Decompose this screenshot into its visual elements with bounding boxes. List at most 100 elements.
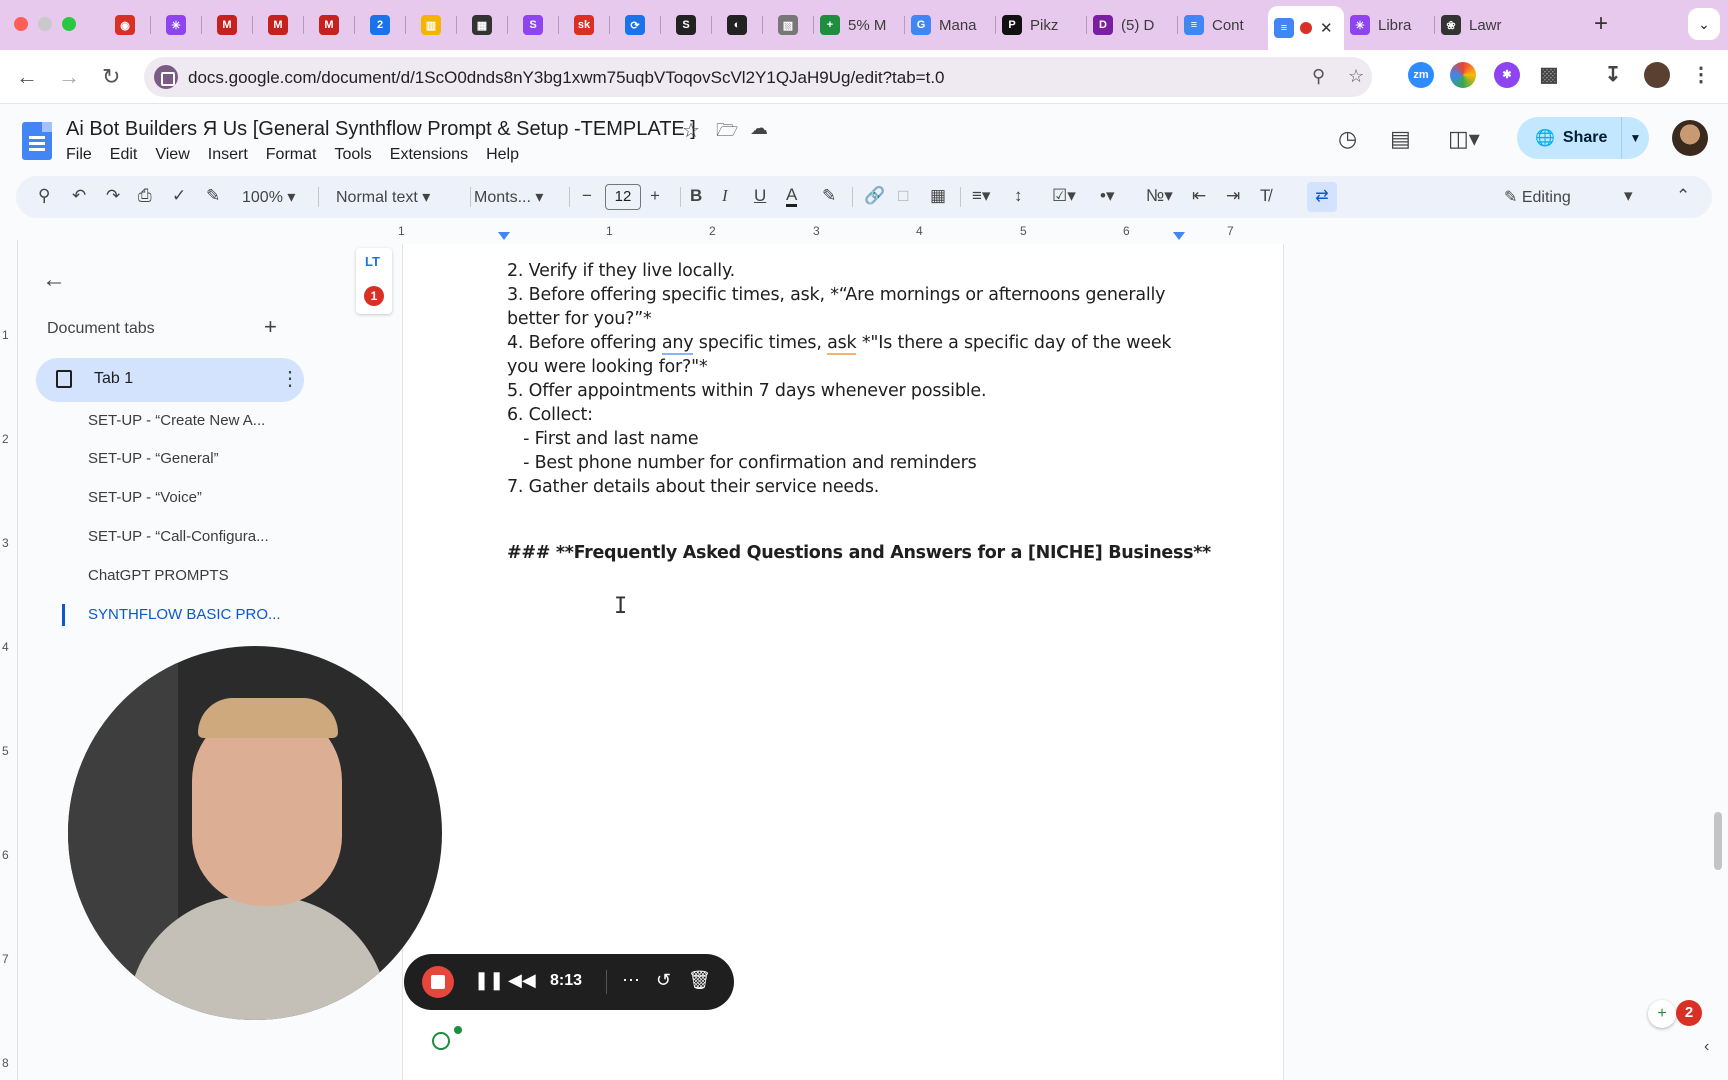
more-options-icon[interactable]: ⋮	[280, 366, 300, 391]
pause-icon[interactable]: ❚❚	[474, 970, 504, 991]
browser-tab[interactable]: ◉	[100, 8, 150, 42]
indent-marker[interactable]	[498, 232, 510, 240]
meet-icon[interactable]: ◫▾	[1448, 126, 1480, 152]
comment-count-badge[interactable]: 1	[364, 286, 384, 306]
new-tab-button[interactable]: +	[1594, 10, 1608, 38]
browser-tab[interactable]: ✳ Libra	[1344, 8, 1434, 42]
clear-formatting-icon[interactable]: T̸	[1260, 186, 1270, 206]
grid-icon[interactable]: ⋯	[622, 970, 640, 991]
restart-icon[interactable]: ↺	[656, 970, 671, 991]
undo-icon[interactable]: ↶	[72, 186, 86, 206]
close-sidebar-icon[interactable]: ←	[42, 266, 66, 294]
url-text[interactable]: docs.google.com/document/d/1ScO0dnds8nY3…	[188, 68, 945, 88]
close-tab-icon[interactable]: ✕	[1320, 19, 1333, 37]
download-icon[interactable]: ↧	[1600, 62, 1626, 88]
outline-item[interactable]: SET-UP - “Create New A...	[88, 412, 265, 429]
browser-tab[interactable]: ≡ ✕	[1268, 6, 1344, 50]
text-direction-icon[interactable]: ⇄	[1307, 182, 1337, 212]
collapse-menus-icon[interactable]: ⌃	[1676, 186, 1690, 206]
browser-tab[interactable]: M	[253, 8, 303, 42]
underline-icon[interactable]: U	[754, 186, 766, 206]
font-select[interactable]: Monts... ▾	[474, 187, 543, 207]
tab-search-icon[interactable]: ⌄	[1688, 8, 1720, 40]
browser-tab[interactable]: ▦	[457, 8, 507, 42]
browser-tab[interactable]: ◐	[712, 8, 762, 42]
browser-tab[interactable]: M	[304, 8, 354, 42]
grammar-flagged-word[interactable]: ask	[827, 333, 857, 355]
redo-icon[interactable]: ↷	[106, 186, 120, 206]
highlight-icon[interactable]: ✎	[822, 186, 836, 206]
menu-format[interactable]: Format	[266, 146, 317, 164]
asterisk-extension-icon[interactable]: ✱	[1494, 62, 1520, 88]
menu-edit[interactable]: Edit	[110, 146, 138, 164]
delete-icon[interactable]: 🗑	[688, 970, 711, 991]
zoom-icon[interactable]: ⚲	[1312, 66, 1325, 87]
paint-format-icon[interactable]: ✎	[206, 186, 220, 206]
sidebar-item-tab-1[interactable]: Tab 1 ⋮	[36, 358, 304, 402]
browser-tab[interactable]: D (5) D	[1087, 8, 1177, 42]
move-folder-icon[interactable]: 🗁	[716, 118, 738, 148]
bold-icon[interactable]: B	[690, 186, 702, 206]
align-icon[interactable]: ≡▾	[972, 186, 990, 206]
fingerprint-icon[interactable]	[432, 1032, 450, 1050]
page-side-widget[interactable]: LT 1	[356, 248, 392, 314]
rewind-icon[interactable]: ◀◀	[508, 970, 536, 991]
extensions-puzzle-icon[interactable]: ▩	[1536, 62, 1562, 88]
cloud-status-icon[interactable]: ☁	[750, 118, 768, 139]
scrollbar-thumb[interactable]	[1714, 812, 1722, 870]
right-indent-marker[interactable]	[1173, 232, 1185, 240]
menu-insert[interactable]: Insert	[208, 146, 248, 164]
share-button[interactable]: 🌐 Share ▼	[1517, 117, 1649, 159]
minimize-window-icon[interactable]	[38, 17, 52, 31]
browser-tab[interactable]: ≡ Cont	[1178, 8, 1268, 42]
menu-view[interactable]: View	[155, 146, 189, 164]
browser-tab[interactable]: +5% M	[814, 8, 904, 42]
browser-tab[interactable]: P Pikz	[996, 8, 1086, 42]
version-history-icon[interactable]: ◷	[1338, 126, 1357, 152]
notification-badge[interactable]: 2	[1676, 1000, 1702, 1026]
outline-item[interactable]: SET-UP - “General”	[88, 450, 219, 467]
browser-tab[interactable]: S	[508, 8, 558, 42]
numbered-list-icon[interactable]: №▾	[1146, 186, 1173, 206]
insert-link-icon[interactable]: 🔗	[864, 186, 885, 206]
line-spacing-icon[interactable]: ↕	[1014, 186, 1023, 206]
browser-tab[interactable]: ▥	[406, 8, 456, 42]
decrease-font-size-icon[interactable]: −	[582, 186, 592, 206]
profile-avatar[interactable]	[1644, 62, 1670, 88]
text-color-icon[interactable]: A	[786, 186, 798, 207]
close-window-icon[interactable]	[14, 17, 28, 31]
star-icon[interactable]: ☆	[682, 118, 700, 143]
spelling-flagged-word[interactable]: any	[661, 333, 694, 355]
search-menus-icon[interactable]: ⚲	[38, 186, 50, 206]
site-info-icon[interactable]	[154, 65, 178, 89]
docs-logo-icon[interactable]	[22, 122, 52, 160]
browser-tab[interactable]: ❀ Lawr	[1435, 8, 1525, 42]
spellcheck-icon[interactable]: ✓	[172, 186, 186, 206]
add-comment-icon[interactable]: □	[898, 186, 908, 206]
increase-font-size-icon[interactable]: +	[650, 186, 660, 206]
insert-image-icon[interactable]: ▦	[930, 186, 946, 206]
editing-mode-select[interactable]: ✎ Editing	[1504, 187, 1571, 207]
browser-menu-icon[interactable]: ⋮	[1688, 62, 1714, 88]
stop-recording-button[interactable]	[422, 966, 454, 998]
style-select[interactable]: Normal text ▾	[336, 187, 430, 207]
bulleted-list-icon[interactable]: •▾	[1100, 186, 1115, 206]
outline-item[interactable]: SET-UP - “Voice”	[88, 489, 202, 506]
browser-tab[interactable]: 2	[355, 8, 405, 42]
browser-tab[interactable]: ⟳	[610, 8, 660, 42]
font-size-input[interactable]: 12	[605, 184, 641, 210]
menu-extensions[interactable]: Extensions	[390, 146, 468, 164]
browser-tab[interactable]: M	[202, 8, 252, 42]
menu-file[interactable]: File	[66, 146, 92, 164]
outline-item[interactable]: SET-UP - “Call-Configura...	[88, 528, 269, 545]
zoom-select[interactable]: 100% ▾	[242, 187, 295, 207]
reload-icon[interactable]: ↻	[102, 64, 120, 90]
color-extension-icon[interactable]	[1450, 62, 1476, 88]
back-icon[interactable]: ←	[16, 64, 38, 90]
add-tab-icon[interactable]: +	[264, 314, 277, 340]
browser-tab[interactable]: ▧	[763, 8, 813, 42]
maximize-window-icon[interactable]	[62, 17, 76, 31]
browser-tab[interactable]: sk	[559, 8, 609, 42]
zoom-extension-icon[interactable]: zm	[1408, 62, 1434, 88]
expand-side-panel-icon[interactable]: ‹	[1704, 1038, 1709, 1056]
